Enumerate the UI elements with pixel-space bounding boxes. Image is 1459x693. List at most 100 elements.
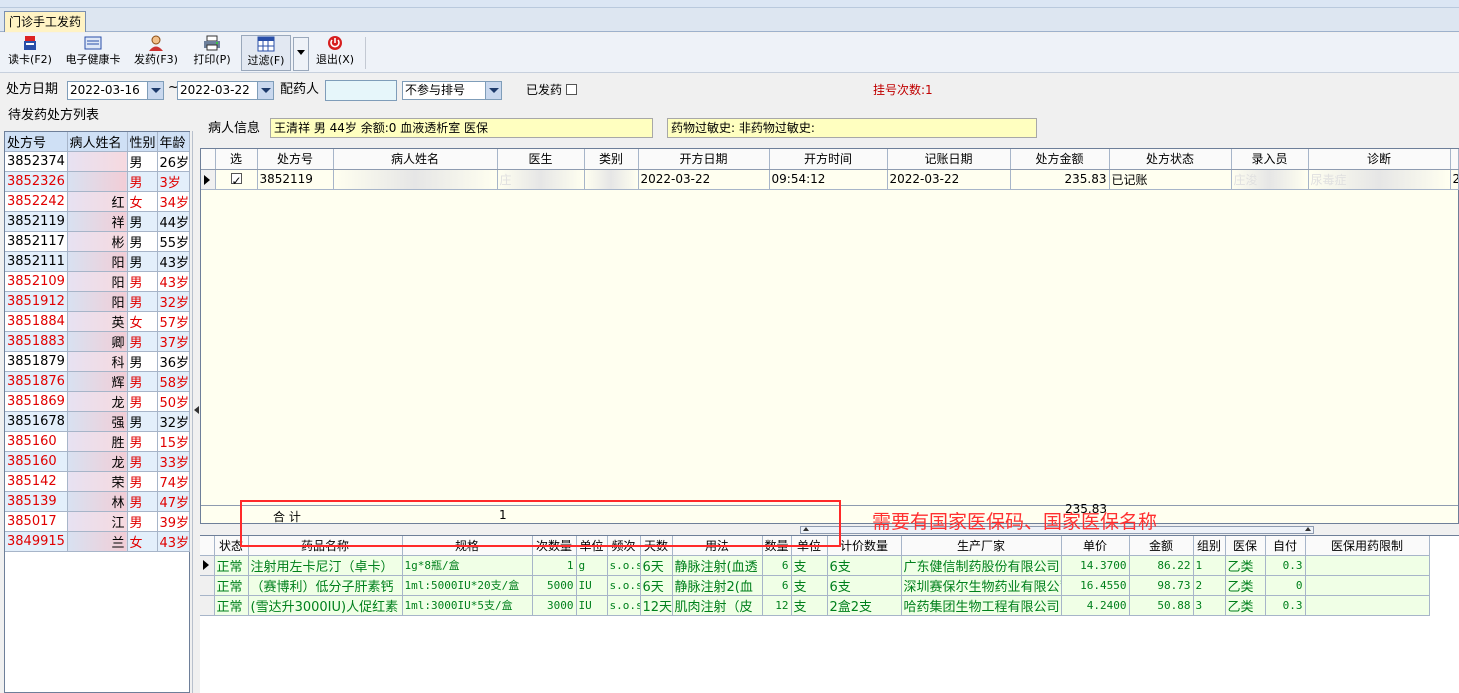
pending-list-item[interactable]: 385142 荣男 74岁 [5, 471, 190, 492]
prescription-row[interactable]: ✓ 3852119 庄 2022-03-22 09:54:12 2022-03-… [201, 169, 1459, 190]
col-header[interactable]: 自付 [1265, 536, 1306, 556]
pending-list-item[interactable]: 3852109 阳男 43岁 [5, 271, 190, 292]
dispenser-input[interactable] [325, 80, 397, 101]
pending-list-item[interactable]: 3852374 男 26岁 [5, 151, 190, 172]
pending-list-item[interactable]: 3851912 阳男 32岁 [5, 291, 190, 312]
dispense-button[interactable]: 发药(F3) [130, 35, 182, 71]
drug-detail-grid[interactable]: 状态 药品名称 规格 次数量 单位 频次 天数 用法 数量 单位 计价数量 生产… [200, 535, 1459, 693]
tab-outpatient-manual-dispense[interactable]: 门诊手工发药 [4, 11, 87, 32]
patient-name: 红 [67, 191, 128, 212]
drug-days: 6天 [640, 575, 673, 596]
pending-list-title: 待发药处方列表 [6, 108, 102, 124]
col-header[interactable]: 处方号 [257, 149, 334, 170]
drug-group: 2 [1193, 575, 1226, 596]
exit-button[interactable]: 退出(X) [312, 35, 358, 71]
patient-name: 龙 [67, 451, 128, 472]
pending-list-item[interactable]: 3852111 阳男 43岁 [5, 251, 190, 272]
pending-list-item[interactable]: 3851869 龙男 50岁 [5, 391, 190, 412]
drug-group: 3 [1193, 595, 1226, 616]
chevron-down-icon[interactable] [485, 82, 501, 99]
pending-list-item[interactable]: 385160 龙男 33岁 [5, 451, 190, 472]
drug-usage: 静脉注射(血透 [672, 555, 763, 576]
col-header[interactable]: 金额 [1129, 536, 1194, 556]
col-header[interactable]: 医生 [497, 149, 585, 170]
col-header[interactable]: 记账日期 [887, 149, 1011, 170]
pending-list-item[interactable]: 3851883 卿男 37岁 [5, 331, 190, 352]
sort-select[interactable]: 不参与排号 [402, 81, 502, 100]
print-button[interactable]: 打印(P) [189, 35, 235, 71]
patient-name: 兰 [67, 531, 128, 552]
select-cell[interactable]: ✓ [215, 169, 258, 190]
quantity-unit: 支 [791, 595, 828, 616]
filter-dropdown-arrow[interactable] [293, 37, 309, 71]
filter-button[interactable]: 过滤(F) [241, 35, 291, 71]
col-header[interactable]: 开方时间 [769, 149, 888, 170]
col-header[interactable]: 医保 [1225, 536, 1266, 556]
drug-row[interactable]: 正常 注射用左卡尼汀（卓卡） 1g*8瓶/盒 1 g s.o.s 6天 静脉注射(血透 6 支 6支… [200, 555, 1430, 576]
col-header[interactable]: 录入员 [1231, 149, 1309, 170]
pending-list-item[interactable]: 3852242 红女 34岁 [5, 191, 190, 212]
extra-cell: 2 [1450, 169, 1459, 190]
health-card-button[interactable]: 电子健康卡 [60, 35, 126, 71]
col-header[interactable]: 诊断 [1308, 149, 1451, 170]
col-header[interactable]: 年龄 [157, 132, 190, 152]
prescription-grid[interactable]: 选 处方号 病人姓名 医生 类别 开方日期 开方时间 记账日期 处方金额 处方状… [200, 148, 1459, 524]
priced-quantity: 2盒2支 [827, 595, 902, 616]
pending-prescription-grid[interactable]: 处方号 病人姓名 性别 年龄 3852374 男 26岁 3852326 男 3岁 3852… [4, 131, 190, 693]
date-from-picker[interactable]: 2022-03-16 [67, 81, 164, 100]
insurance-class: 乙类 [1225, 595, 1266, 616]
drug-row[interactable]: 正常 (雪达升3000IU)人促红素 1ml:3000IU*5支/盒 3000 IU s.… [200, 595, 1430, 616]
col-header[interactable]: 性别 [127, 132, 158, 152]
pending-list-item[interactable]: 3851678 强男 32岁 [5, 411, 190, 432]
patient-info-field: 王清祥 男 44岁 余额:0 血液透析室 医保 [270, 118, 653, 138]
patient-sex: 男 [127, 291, 158, 312]
col-header[interactable]: 单价 [1061, 536, 1130, 556]
prescription-id: 385142 [5, 471, 68, 492]
pending-list-item[interactable]: 385017 江男 39岁 [5, 511, 190, 532]
pending-list-item[interactable]: 3852119 祥男 44岁 [5, 211, 190, 232]
dispensed-checkbox[interactable] [566, 84, 577, 95]
panel-splitter[interactable] [192, 131, 200, 693]
allergy-history-field: 药物过敏史: 非药物过敏史: [667, 118, 1037, 138]
col-header[interactable]: 生产厂家 [901, 536, 1062, 556]
collapse-left-icon[interactable] [194, 406, 199, 414]
col-header[interactable]: 医保用药限制 [1305, 536, 1430, 556]
pending-list-item[interactable]: 385160 胜男 15岁 [5, 431, 190, 452]
pending-list-item[interactable]: 3851884 英女 57岁 [5, 311, 190, 332]
col-header[interactable]: 病人姓名 [333, 149, 498, 170]
toolbar: 读卡(F2) 电子健康卡 发药(F3) 打印(P) 过滤(F) 退出(X) [0, 33, 1459, 73]
pending-list-header: 处方号 病人姓名 性别 年龄 [5, 132, 190, 152]
chevron-down-icon[interactable] [257, 82, 273, 99]
pending-list-item[interactable]: 3852326 男 3岁 [5, 171, 190, 192]
unit-price: 16.4550 [1061, 575, 1130, 596]
quantity-unit: 支 [791, 575, 828, 596]
chevron-down-icon[interactable] [147, 82, 163, 99]
patient-age: 43岁 [157, 271, 190, 292]
drug-usage: 静脉注射2(血 [672, 575, 763, 596]
drug-quantity: 12 [762, 595, 792, 616]
col-header[interactable]: 开方日期 [638, 149, 770, 170]
col-header[interactable]: 选 [215, 149, 258, 170]
pending-list-item[interactable]: 3851879 科男 36岁 [5, 351, 190, 372]
date-label: 处方日期 [6, 82, 59, 97]
pending-list-item[interactable]: 3852117 彬男 55岁 [5, 231, 190, 252]
pending-list-item[interactable]: 3849915 兰女 43岁 [5, 531, 190, 552]
patient-age: 26岁 [157, 151, 190, 172]
dispenser-label: 配药人 [280, 82, 320, 97]
col-header[interactable]: 处方号 [5, 132, 68, 152]
read-card-button[interactable]: 读卡(F2) [4, 35, 56, 71]
col-header[interactable]: 处方状态 [1109, 149, 1232, 170]
date-to-picker[interactable]: 2022-03-22 [177, 81, 274, 100]
priced-quantity: 6支 [827, 575, 902, 596]
prescription-id: 3852119 [257, 169, 334, 190]
col-header[interactable]: 处方金额 [1010, 149, 1110, 170]
bill-date: 2022-03-22 [887, 169, 1011, 190]
drug-name: （赛博利）低分子肝素钙 [248, 575, 403, 596]
col-header[interactable]: 组别 [1193, 536, 1226, 556]
select-checkbox[interactable]: ✓ [230, 172, 242, 188]
pending-list-item[interactable]: 385139 林男 47岁 [5, 491, 190, 512]
col-header[interactable]: 病人姓名 [67, 132, 128, 152]
pending-list-item[interactable]: 3851876 辉男 58岁 [5, 371, 190, 392]
col-header[interactable]: 类别 [584, 149, 639, 170]
drug-row[interactable]: 正常 （赛博利）低分子肝素钙 1ml:5000IU*20支/盒 5000 IU s.o.s… [200, 575, 1430, 596]
